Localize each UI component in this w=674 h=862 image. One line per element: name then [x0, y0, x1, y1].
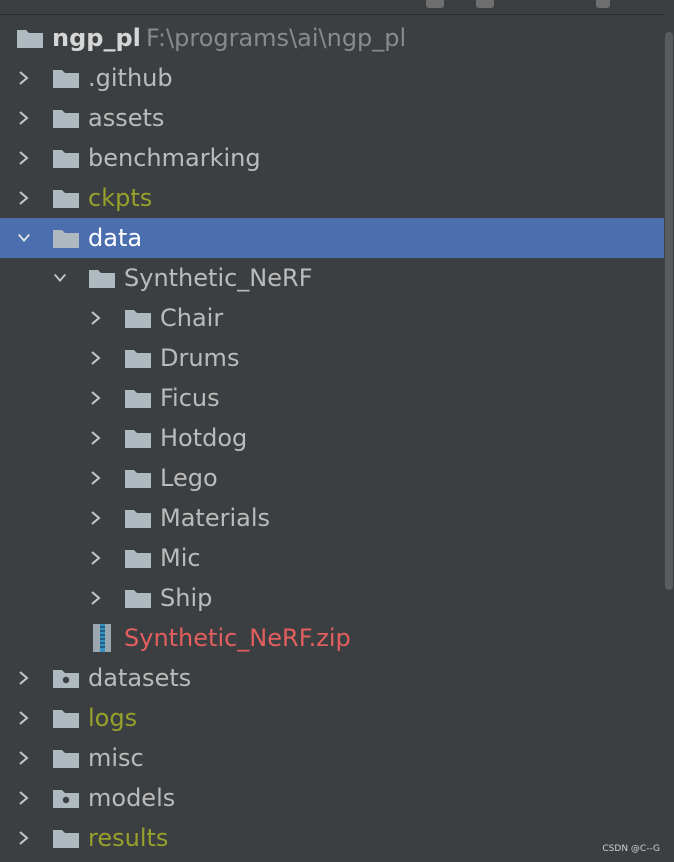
tree-row-misc[interactable]: misc	[0, 738, 664, 778]
tree-item-label: Materials	[160, 504, 271, 532]
folder-icon	[52, 827, 80, 849]
chevron-right-icon[interactable]	[86, 348, 106, 368]
tree-item-label: logs	[88, 704, 138, 732]
folder-icon	[88, 267, 116, 289]
tree-row-data[interactable]: data	[0, 218, 664, 258]
tree-item-label: ckpts	[88, 184, 153, 212]
toolbar-icon[interactable]	[426, 0, 444, 8]
folder-icon	[124, 467, 152, 489]
folder-icon	[52, 707, 80, 729]
tree-row-ckpts[interactable]: ckpts	[0, 178, 664, 218]
folder-icon	[52, 107, 80, 129]
chevron-right-icon[interactable]	[14, 68, 34, 88]
chevron-right-icon[interactable]	[86, 508, 106, 528]
tree-row-root[interactable]: ngp_pl F:\programs\ai\ngp_pl	[0, 18, 664, 58]
tree-row-ficus[interactable]: Ficus	[0, 378, 664, 418]
package-folder-icon	[52, 667, 80, 689]
tree-row-lego[interactable]: Lego	[0, 458, 664, 498]
root-project-path: F:\programs\ai\ngp_pl	[146, 24, 407, 52]
chevron-right-icon[interactable]	[14, 788, 34, 808]
folder-icon	[124, 587, 152, 609]
folder-icon	[16, 27, 44, 49]
project-tree-panel: ngp_pl F:\programs\ai\ngp_pl .github ass…	[0, 0, 674, 862]
chevron-right-icon[interactable]	[14, 188, 34, 208]
chevron-down-icon[interactable]	[50, 268, 70, 288]
tree-row-drums[interactable]: Drums	[0, 338, 664, 378]
chevron-right-icon[interactable]	[14, 828, 34, 848]
tree-item-label: Chair	[160, 304, 224, 332]
vertical-scrollbar[interactable]	[664, 14, 674, 862]
tree-item-label: Mic	[160, 544, 201, 572]
tree-item-label: benchmarking	[88, 144, 261, 172]
tree-row-github[interactable]: .github	[0, 58, 664, 98]
folder-icon	[52, 187, 80, 209]
folder-icon	[124, 387, 152, 409]
tree-row-benchmarking[interactable]: benchmarking	[0, 138, 664, 178]
folder-icon	[124, 427, 152, 449]
panel-toolbar	[0, 0, 674, 15]
root-project-name: ngp_pl	[52, 24, 141, 52]
chevron-right-icon[interactable]	[86, 468, 106, 488]
watermark: CSDN @C--G	[602, 844, 660, 854]
toolbar-icon[interactable]	[596, 0, 610, 8]
tree-item-label: misc	[88, 744, 144, 772]
tree-item-label: Drums	[160, 344, 240, 372]
tree-row-synthetic-nerf[interactable]: Synthetic_NeRF	[0, 258, 664, 298]
folder-icon	[124, 347, 152, 369]
chevron-right-icon[interactable]	[14, 108, 34, 128]
folder-icon	[52, 147, 80, 169]
tree-row-ship[interactable]: Ship	[0, 578, 664, 618]
tree-row-chair[interactable]: Chair	[0, 298, 664, 338]
chevron-right-icon[interactable]	[86, 588, 106, 608]
tree-row-hotdog[interactable]: Hotdog	[0, 418, 664, 458]
tree-row-materials[interactable]: Materials	[0, 498, 664, 538]
scrollbar-thumb[interactable]	[665, 32, 673, 590]
tree-row-logs[interactable]: logs	[0, 698, 664, 738]
tree-row-mic[interactable]: Mic	[0, 538, 664, 578]
folder-icon	[52, 747, 80, 769]
project-tree: ngp_pl F:\programs\ai\ngp_pl .github ass…	[0, 18, 664, 858]
tree-item-label: Lego	[160, 464, 218, 492]
chevron-right-icon[interactable]	[86, 308, 106, 328]
chevron-right-icon[interactable]	[86, 388, 106, 408]
toolbar-icon[interactable]	[476, 0, 494, 8]
tree-item-label: Synthetic_NeRF	[124, 264, 313, 292]
chevron-right-icon[interactable]	[86, 428, 106, 448]
tree-item-label: data	[88, 224, 143, 252]
tree-row-models[interactable]: models	[0, 778, 664, 818]
tree-row-datasets[interactable]: datasets	[0, 658, 664, 698]
tree-item-label: results	[88, 824, 169, 852]
zip-archive-icon	[92, 623, 112, 653]
folder-icon	[124, 307, 152, 329]
tree-item-label: .github	[88, 64, 173, 92]
tree-row-assets[interactable]: assets	[0, 98, 664, 138]
tree-item-label: models	[88, 784, 176, 812]
chevron-right-icon[interactable]	[14, 148, 34, 168]
folder-icon	[52, 67, 80, 89]
folder-icon	[124, 547, 152, 569]
folder-icon	[52, 227, 80, 249]
chevron-right-icon[interactable]	[14, 748, 34, 768]
tree-item-label: Ship	[160, 584, 213, 612]
package-folder-icon	[52, 787, 80, 809]
tree-item-label: Synthetic_NeRF.zip	[124, 624, 351, 652]
folder-icon	[124, 507, 152, 529]
tree-item-label: Ficus	[160, 384, 220, 412]
tree-item-label: assets	[88, 104, 165, 132]
tree-item-label: datasets	[88, 664, 192, 692]
tree-row-zip-file[interactable]: Synthetic_NeRF.zip	[0, 618, 664, 658]
tree-row-results[interactable]: results	[0, 818, 664, 858]
tree-item-label: Hotdog	[160, 424, 248, 452]
chevron-right-icon[interactable]	[14, 668, 34, 688]
chevron-right-icon[interactable]	[14, 708, 34, 728]
chevron-right-icon[interactable]	[86, 548, 106, 568]
chevron-down-icon[interactable]	[14, 228, 34, 248]
